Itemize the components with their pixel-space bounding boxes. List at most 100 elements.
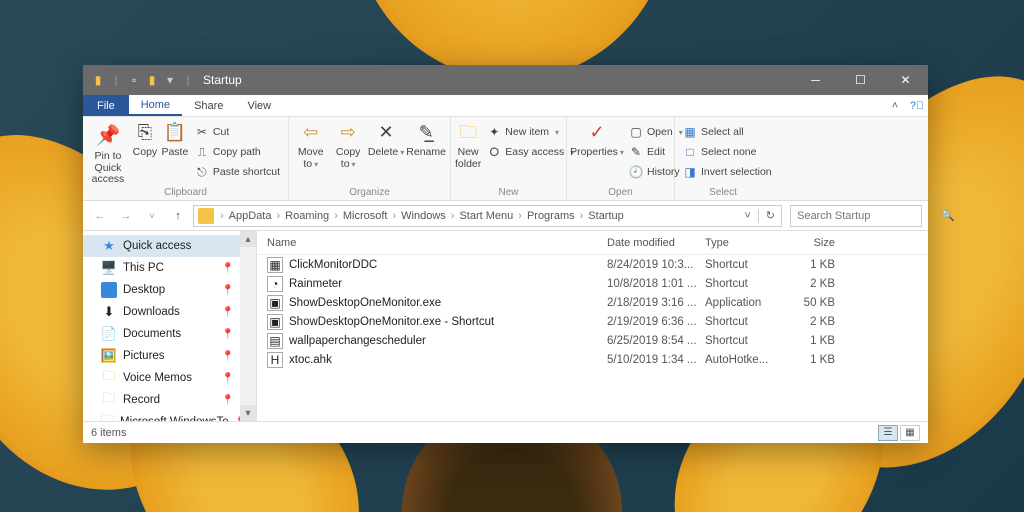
- pin-icon: 📌: [95, 123, 121, 149]
- qa-dropdown-icon[interactable]: ▾: [161, 73, 179, 87]
- rename-button[interactable]: ✎̲Rename: [406, 119, 446, 159]
- nav-item[interactable]: 🖥️This PC📍: [83, 257, 256, 279]
- delete-button[interactable]: ✕Delete▾: [368, 119, 404, 159]
- edit-icon: ✎: [629, 145, 643, 159]
- refresh-icon[interactable]: ↻: [766, 209, 775, 222]
- file-row[interactable]: Hxtoc.ahk5/10/2019 1:34 ...AutoHotke...1…: [257, 350, 928, 369]
- file-name: ShowDesktopOneMonitor.exe - Shortcut: [289, 316, 607, 328]
- paste-shortcut-button[interactable]: ⎋Paste shortcut: [191, 163, 284, 181]
- file-row[interactable]: ◔Rainmeter10/8/2018 1:01 ...Shortcut2 KB: [257, 274, 928, 293]
- qa-new-folder-icon[interactable]: ▮: [143, 73, 161, 87]
- new-folder-button[interactable]: 🗀New folder: [455, 119, 481, 170]
- titlebar[interactable]: ▮ | ▫ ▮ ▾ | Startup ─ ☐ ✕: [83, 65, 928, 95]
- view-icons-button[interactable]: ▦: [900, 425, 920, 441]
- column-headers[interactable]: Name Date modified Type Size: [257, 231, 928, 255]
- breadcrumb-sep[interactable]: ›: [516, 210, 524, 222]
- nav-icon: ⬇: [101, 304, 117, 320]
- scroll-up-icon[interactable]: ▴: [240, 231, 256, 247]
- breadcrumb-sep[interactable]: ›: [390, 210, 398, 222]
- file-date: 8/24/2019 10:3...: [607, 259, 705, 271]
- breadcrumb-sep[interactable]: ›: [274, 210, 282, 222]
- nav-icon: 🖥️: [101, 260, 117, 276]
- breadcrumb-segment[interactable]: Roaming: [282, 210, 332, 222]
- search-input[interactable]: [795, 209, 941, 223]
- col-name[interactable]: Name: [267, 237, 607, 249]
- tab-view[interactable]: View: [235, 95, 283, 116]
- nav-item[interactable]: 🖼️Pictures📍: [83, 345, 256, 367]
- breadcrumb-segment[interactable]: Startup: [585, 210, 626, 222]
- new-folder-icon: 🗀: [457, 123, 479, 145]
- file-row[interactable]: ▤wallpaperchangescheduler6/25/2019 8:54 …: [257, 331, 928, 350]
- breadcrumb-sep[interactable]: ›: [218, 210, 226, 222]
- select-none-button[interactable]: □Select none: [679, 143, 776, 161]
- minimize-button[interactable]: ─: [793, 65, 838, 95]
- nav-item[interactable]: ⬇ Downloads 📍: [83, 301, 256, 323]
- file-icon: ◔: [267, 276, 283, 292]
- breadcrumb-segment[interactable]: Start Menu: [456, 210, 516, 222]
- tab-share[interactable]: Share: [182, 95, 235, 116]
- nav-label: Downloads: [123, 306, 180, 318]
- folder-icon: ▮: [89, 73, 107, 87]
- move-to-button[interactable]: ⇦Move to▾: [293, 119, 328, 170]
- breadcrumb-segment[interactable]: Microsoft: [340, 210, 391, 222]
- copy-button[interactable]: ⎘Copy: [131, 119, 159, 159]
- file-row[interactable]: ▣ShowDesktopOneMonitor.exe2/18/2019 3:16…: [257, 293, 928, 312]
- desktop-icon: [101, 282, 117, 298]
- window-title: Startup: [197, 73, 242, 87]
- nav-item[interactable]: 📄Documents📍: [83, 323, 256, 345]
- pin-quick-access-button[interactable]: 📌Pin to Quick access: [87, 119, 129, 186]
- breadcrumb-dropdown-icon[interactable]: ˅: [744, 210, 750, 222]
- new-item-button[interactable]: ✦New item▾: [483, 123, 578, 141]
- qa-divider: |: [107, 73, 125, 87]
- copy-to-button[interactable]: ⇨Copy to▾: [330, 119, 365, 170]
- close-button[interactable]: ✕: [883, 65, 928, 95]
- col-type[interactable]: Type: [705, 237, 783, 249]
- scroll-down-icon[interactable]: ▾: [240, 405, 256, 421]
- pin-icon: 📍: [222, 329, 234, 340]
- delete-icon: ✕: [375, 123, 397, 145]
- tab-file[interactable]: File: [83, 95, 129, 116]
- nav-up-button[interactable]: ↑: [167, 205, 189, 227]
- search-icon: 🔍: [941, 209, 955, 222]
- tab-home[interactable]: Home: [129, 95, 182, 116]
- file-size: 1 KB: [783, 335, 835, 347]
- file-row[interactable]: ▣ShowDesktopOneMonitor.exe - Shortcut2/1…: [257, 312, 928, 331]
- nav-back-button[interactable]: ←: [89, 205, 111, 227]
- nav-item[interactable]: 🗀Record📍: [83, 389, 256, 411]
- nav-label: Voice Memos: [123, 372, 192, 384]
- pin-icon: 📍: [222, 307, 234, 318]
- properties-button[interactable]: ✓Properties▾: [571, 119, 623, 159]
- nav-recent-dropdown[interactable]: ˅: [141, 205, 163, 227]
- qa-properties-icon[interactable]: ▫: [125, 73, 143, 87]
- help-icon[interactable]: ?⃝: [906, 95, 928, 116]
- col-size[interactable]: Size: [783, 237, 835, 249]
- nav-forward-button[interactable]: →: [115, 205, 137, 227]
- maximize-button[interactable]: ☐: [838, 65, 883, 95]
- file-type: AutoHotke...: [705, 354, 783, 366]
- nav-scrollbar[interactable]: ▴ ▾: [240, 231, 256, 421]
- ribbon-collapse-icon[interactable]: ˄: [884, 95, 906, 116]
- nav-item[interactable]: 🗀Microsoft.WindowsTe📍: [83, 411, 256, 421]
- paste-button[interactable]: 📋Paste: [161, 119, 189, 159]
- breadcrumb-segment[interactable]: AppData: [226, 210, 275, 222]
- file-row[interactable]: ▦ClickMonitorDDC8/24/2019 10:3...Shortcu…: [257, 255, 928, 274]
- nav-item[interactable]: Desktop📍: [83, 279, 256, 301]
- view-details-button[interactable]: ☰: [878, 425, 898, 441]
- file-icon: ▦: [267, 257, 283, 273]
- col-date[interactable]: Date modified: [607, 237, 705, 249]
- rename-icon: ✎̲: [415, 123, 437, 145]
- cut-button[interactable]: ✂Cut: [191, 123, 284, 141]
- nav-item[interactable]: 🗀Voice Memos📍: [83, 367, 256, 389]
- invert-selection-button[interactable]: ◨Invert selection: [679, 163, 776, 181]
- select-all-button[interactable]: ▦Select all: [679, 123, 776, 141]
- breadcrumb-segment[interactable]: Windows: [398, 210, 449, 222]
- file-size: 50 KB: [783, 297, 835, 309]
- breadcrumb[interactable]: › AppData›Roaming›Microsoft›Windows›Star…: [193, 205, 782, 227]
- cut-icon: ✂: [195, 125, 209, 139]
- breadcrumb-segment[interactable]: Programs: [524, 210, 578, 222]
- nav-quick-access[interactable]: ★Quick access: [83, 235, 256, 257]
- easy-access-button[interactable]: ⭘Easy access▾: [483, 143, 578, 161]
- search-box[interactable]: 🔍: [790, 205, 922, 227]
- copy-path-button[interactable]: ⎍Copy path: [191, 143, 284, 161]
- breadcrumb-sep[interactable]: ›: [332, 210, 340, 222]
